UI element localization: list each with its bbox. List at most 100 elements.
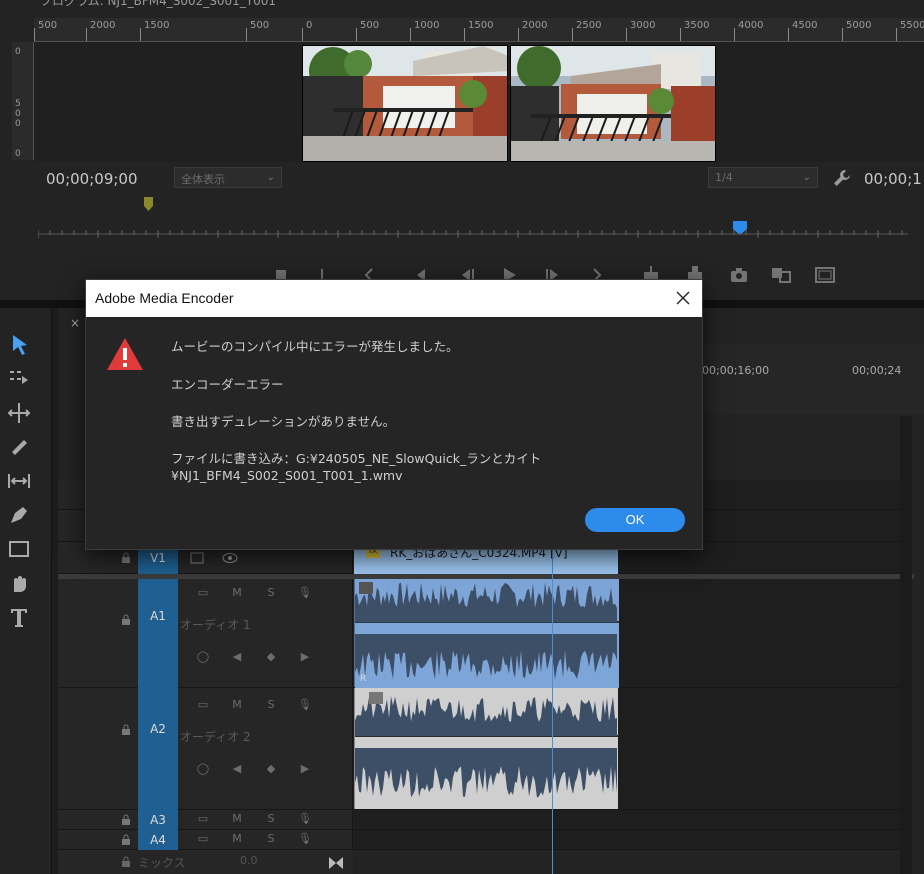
track-lane-a2[interactable] bbox=[354, 688, 900, 809]
track-label: オーディオ 1 bbox=[180, 618, 251, 632]
ruler-label: 1500 bbox=[144, 20, 170, 31]
ruler-tick bbox=[788, 28, 789, 41]
vruler-label: 0 bbox=[15, 109, 21, 119]
hand-tool-icon[interactable] bbox=[6, 570, 32, 596]
keyframe-toggle-icon[interactable]: ◯ bbox=[186, 650, 220, 666]
zoom-fit-dropdown[interactable]: 全体表示 ⌄ bbox=[174, 167, 282, 188]
safe-margins-icon[interactable] bbox=[814, 264, 836, 286]
close-icon[interactable] bbox=[674, 289, 692, 307]
pen-tool-icon[interactable] bbox=[6, 502, 32, 528]
lock-icon[interactable] bbox=[120, 724, 132, 736]
track-controls: ▭ M S 🎙 bbox=[186, 832, 322, 848]
mute-button[interactable]: M bbox=[220, 586, 254, 602]
track-lane-a4[interactable] bbox=[354, 830, 900, 849]
fx-badge-icon bbox=[369, 692, 383, 704]
lock-icon[interactable] bbox=[120, 814, 132, 826]
vertical-scrollbar[interactable] bbox=[900, 416, 912, 874]
solo-button[interactable]: S bbox=[254, 812, 288, 828]
mute-button[interactable]: M bbox=[220, 698, 254, 714]
camera-icon[interactable] bbox=[728, 264, 750, 286]
ruler-tick bbox=[572, 28, 573, 41]
playback-resolution-dropdown[interactable]: 1/4 ⌄ bbox=[708, 167, 818, 188]
track-name-a4[interactable]: A4 bbox=[138, 830, 178, 850]
vruler-label: 5 bbox=[15, 99, 21, 109]
eye-icon[interactable] bbox=[222, 552, 238, 564]
keyframe-controls: ◯ ◀ ◆ ▶ bbox=[186, 650, 322, 666]
close-tab-icon[interactable]: × bbox=[70, 316, 80, 330]
track-lane-a3[interactable] bbox=[354, 810, 900, 829]
film-icon[interactable]: ▭ bbox=[186, 812, 220, 828]
ruler-label: 1500 bbox=[468, 20, 494, 31]
microphone-icon[interactable]: 🎙 bbox=[288, 698, 322, 714]
type-tool-icon[interactable] bbox=[6, 604, 32, 630]
ruler-label: 3000 bbox=[630, 20, 656, 31]
mute-button[interactable]: M bbox=[220, 832, 254, 848]
playhead-timecode[interactable]: 00;00;09;00 bbox=[46, 170, 138, 188]
vruler-label: 0 bbox=[15, 149, 21, 159]
lock-icon[interactable] bbox=[120, 552, 132, 564]
selection-tool-icon[interactable] bbox=[6, 332, 32, 358]
ruler-label: 2500 bbox=[576, 20, 602, 31]
video-frame-right bbox=[510, 45, 716, 162]
ruler-timecode: 00;00;16;00 bbox=[702, 364, 770, 377]
prev-keyframe-icon[interactable]: ◀ bbox=[220, 762, 254, 778]
ruler-label: 500 bbox=[250, 20, 270, 31]
solo-button[interactable]: S bbox=[254, 832, 288, 848]
track-header-a3: A3 ▭ M S 🎙 bbox=[58, 810, 353, 830]
track-name-a3[interactable]: A3 bbox=[138, 810, 178, 830]
lock-icon[interactable] bbox=[120, 614, 132, 626]
timeline-time-ruler[interactable]: 00;00;16;00 00;00;24 bbox=[702, 344, 924, 414]
add-keyframe-icon[interactable]: ◆ bbox=[254, 762, 288, 778]
video-audio-divider[interactable] bbox=[58, 574, 914, 579]
solo-button[interactable]: S bbox=[254, 586, 288, 602]
add-keyframe-icon[interactable]: ◆ bbox=[254, 650, 288, 666]
audio-clip-a1[interactable]: R bbox=[354, 578, 619, 688]
ripple-edit-tool-icon[interactable] bbox=[6, 400, 32, 426]
in-point-marker[interactable] bbox=[144, 197, 153, 211]
track-controls: ▭ M S 🎙 bbox=[186, 698, 322, 714]
bowtie-icon[interactable] bbox=[328, 856, 344, 870]
mute-button[interactable]: M bbox=[220, 812, 254, 828]
ruler-tick bbox=[140, 28, 141, 41]
ruler-label: 5500 bbox=[900, 20, 924, 31]
monitor-canvas[interactable] bbox=[34, 42, 924, 162]
slip-tool-icon[interactable] bbox=[6, 468, 32, 494]
error-dialog: Adobe Media Encoder ムービーのコンパイル中にエラーが発生しま… bbox=[85, 279, 703, 550]
mix-track-row: ミックス 0.0 bbox=[58, 850, 353, 874]
mix-volume-value[interactable]: 0.0 bbox=[240, 854, 258, 867]
prev-keyframe-icon[interactable]: ◀ bbox=[220, 650, 254, 666]
timeline-playhead-line[interactable] bbox=[552, 550, 553, 874]
microphone-icon[interactable]: 🎙 bbox=[288, 832, 322, 848]
track-select-tool-icon[interactable] bbox=[6, 366, 32, 392]
microphone-icon[interactable]: 🎙 bbox=[288, 812, 322, 828]
lock-icon[interactable] bbox=[120, 834, 132, 846]
track-name-a1[interactable]: A1 bbox=[138, 578, 178, 688]
error-type: エンコーダーエラー bbox=[171, 377, 284, 392]
next-keyframe-icon[interactable]: ▶ bbox=[288, 650, 322, 666]
film-icon[interactable]: ▭ bbox=[186, 832, 220, 848]
razor-tool-icon[interactable] bbox=[6, 434, 32, 460]
next-keyframe-icon[interactable]: ▶ bbox=[288, 762, 322, 778]
vruler-label: 0 bbox=[15, 47, 21, 57]
ruler-tick bbox=[34, 28, 35, 41]
microphone-icon[interactable]: 🎙 bbox=[288, 586, 322, 602]
scrub-bar[interactable] bbox=[38, 228, 908, 238]
dialog-titlebar[interactable]: Adobe Media Encoder bbox=[86, 280, 702, 317]
audio-clip-a2[interactable] bbox=[354, 688, 619, 809]
program-monitor-panel: プログラム: NJ1_BFM4_S002_S001_T001 500 2000 … bbox=[0, 0, 924, 302]
track-lane-a1[interactable]: R bbox=[354, 578, 900, 688]
ok-button[interactable]: OK bbox=[585, 508, 685, 532]
film-icon[interactable] bbox=[190, 552, 204, 564]
monitor-title: プログラム: NJ1_BFM4_S002_S001_T001 bbox=[40, 0, 277, 8]
track-name-a2[interactable]: A2 bbox=[138, 688, 178, 810]
wrench-icon[interactable] bbox=[832, 168, 852, 188]
monitor-horizontal-ruler: 500 2000 1500 500 0 500 1000 1500 2000 2… bbox=[34, 18, 924, 42]
compare-view-icon[interactable] bbox=[770, 264, 792, 286]
waveform-a2 bbox=[355, 692, 619, 798]
film-icon[interactable]: ▭ bbox=[186, 698, 220, 714]
rectangle-tool-icon[interactable] bbox=[6, 536, 32, 562]
keyframe-toggle-icon[interactable]: ◯ bbox=[186, 762, 220, 778]
lock-icon[interactable] bbox=[120, 856, 132, 868]
solo-button[interactable]: S bbox=[254, 698, 288, 714]
film-icon[interactable]: ▭ bbox=[186, 586, 220, 602]
